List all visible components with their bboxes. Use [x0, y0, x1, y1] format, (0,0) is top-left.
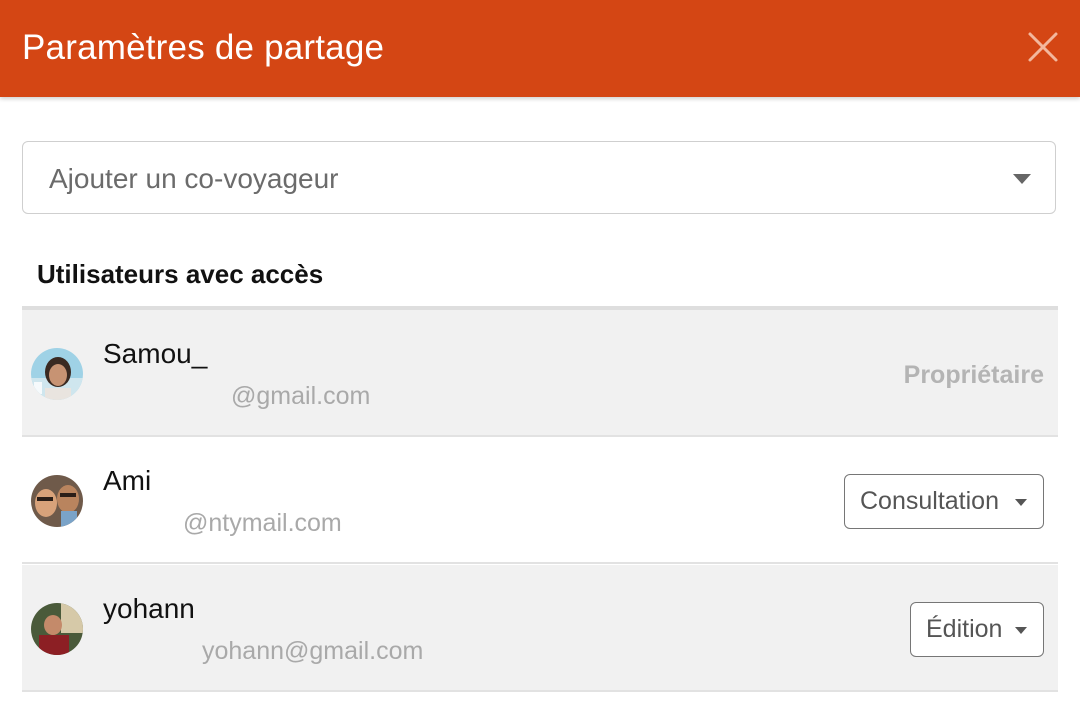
user-row-samou: Samou_ @gmail.com Propriétaire — [22, 310, 1058, 437]
dialog-title: Paramètres de partage — [22, 28, 385, 67]
user-email: @ntymail.com — [183, 509, 342, 537]
user-name: Samou_ — [103, 338, 208, 369]
row-divider — [22, 690, 1058, 692]
close-icon — [1028, 32, 1058, 62]
role-dropdown-button[interactable]: Consultation — [844, 474, 1044, 529]
close-button[interactable] — [1023, 28, 1063, 68]
role-label-owner: Propriétaire — [903, 361, 1044, 389]
caret-down-icon — [1015, 499, 1027, 506]
add-traveler-select[interactable]: Ajouter un co-voyageur — [22, 141, 1056, 214]
user-email: yohann@gmail.com — [202, 637, 424, 665]
role-dropdown-label: Édition — [926, 615, 1003, 643]
dialog-header: Paramètres de partage — [0, 0, 1080, 97]
user-email: @gmail.com — [231, 382, 371, 410]
row-divider — [22, 562, 1058, 564]
role-dropdown-button[interactable]: Édition — [910, 602, 1044, 657]
share-settings-dialog: Paramètres de partage Ajouter un co-voya… — [0, 0, 1080, 721]
user-row-ami: Ami @ntymail.com Consultation — [22, 437, 1058, 564]
users-section-title: Utilisateurs avec accès — [37, 259, 324, 289]
user-name: Ami — [103, 465, 152, 496]
user-row-yohann: yohann yohann@gmail.com Édition — [22, 565, 1058, 692]
role-dropdown-label: Consultation — [860, 487, 999, 515]
chevron-down-icon — [1013, 174, 1031, 184]
user-name: yohann — [103, 593, 195, 624]
caret-down-icon — [1015, 627, 1027, 634]
avatar — [31, 603, 83, 655]
add-traveler-placeholder: Ajouter un co-voyageur — [49, 163, 339, 194]
avatar — [31, 475, 83, 527]
avatar — [31, 348, 83, 400]
